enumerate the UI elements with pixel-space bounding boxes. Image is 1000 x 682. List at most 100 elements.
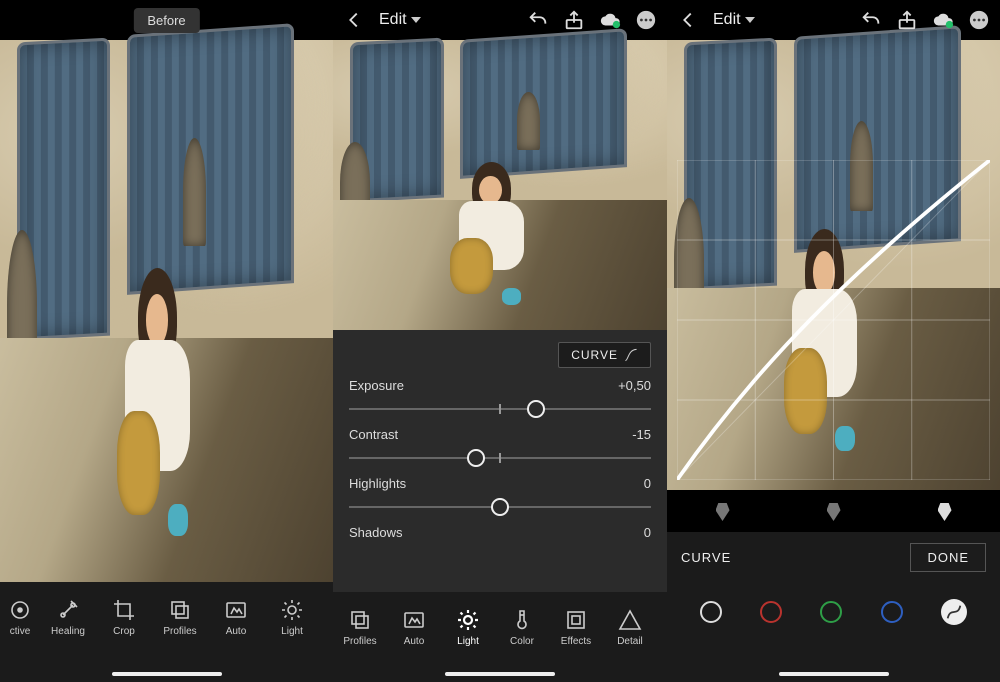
panel-curve: Edit	[667, 0, 1000, 682]
tool-color[interactable]: Color	[495, 592, 549, 662]
light-sliders-panel: CURVE Exposure +0,50 Contrast -15 Highlights…	[333, 330, 667, 592]
share-icon[interactable]	[896, 9, 918, 31]
curve-button[interactable]: CURVE	[558, 342, 651, 368]
effects-icon	[564, 608, 588, 632]
edit-title-text: Edit	[379, 11, 407, 29]
curve-handle-shadows[interactable]	[716, 503, 730, 521]
color-icon	[510, 608, 534, 632]
slider-label: Shadows	[349, 525, 402, 540]
slider-value: -15	[632, 427, 651, 442]
tool-label: Profiles	[343, 636, 376, 647]
tool-color[interactable]: Color	[320, 582, 333, 652]
tool-label: Healing	[51, 626, 85, 637]
home-indicator	[112, 672, 222, 676]
slider-value: 0	[644, 525, 651, 540]
light-icon	[280, 598, 304, 622]
healing-icon	[56, 598, 80, 622]
tool-label: Detail	[617, 636, 643, 647]
done-button[interactable]: DONE	[910, 543, 986, 572]
slider-shadows[interactable]: Shadows 0	[349, 525, 651, 540]
slider-label: Contrast	[349, 427, 398, 442]
tool-healing[interactable]: Healing	[40, 582, 96, 652]
dropdown-icon	[745, 15, 755, 25]
photo-preview[interactable]	[333, 40, 667, 330]
slider-value: +0,50	[618, 378, 651, 393]
edit-title[interactable]: Edit	[379, 11, 421, 29]
bottom-toolbar-edit: Profiles Auto Light Color Effects Detail Geor	[333, 592, 667, 682]
edit-title[interactable]: Edit	[713, 11, 755, 29]
curve-handle-highlights[interactable]	[938, 503, 952, 521]
cloud-icon[interactable]	[599, 9, 621, 31]
curve-region-handles[interactable]	[667, 492, 1000, 532]
tool-effects[interactable]: Effects	[549, 592, 603, 662]
curve-channel-blue[interactable]	[881, 601, 903, 623]
light-icon	[456, 608, 480, 632]
tool-detail[interactable]: Detail	[603, 592, 657, 662]
tool-profiles[interactable]: Profiles	[152, 582, 208, 652]
tool-label: Light	[281, 626, 303, 637]
photo-preview[interactable]	[667, 40, 1000, 490]
topbar-edit: Edit	[333, 0, 667, 40]
share-icon[interactable]	[563, 9, 585, 31]
curve-bottom-panel: CURVE DONE	[667, 532, 1000, 682]
edit-title-text: Edit	[713, 11, 741, 29]
tool-geom[interactable]: Geor	[657, 592, 667, 662]
tool-label: Effects	[561, 636, 591, 647]
detail-icon	[618, 608, 642, 632]
bottom-toolbar-before: ctive Healing Crop Profiles Auto Light Color	[0, 582, 333, 682]
auto-icon	[224, 598, 248, 622]
tool-label: Profiles	[163, 626, 196, 637]
home-indicator	[779, 672, 889, 676]
home-indicator	[445, 672, 555, 676]
crop-icon	[112, 598, 136, 622]
tool-label: Crop	[113, 626, 135, 637]
selective-icon	[8, 598, 32, 622]
undo-icon[interactable]	[527, 9, 549, 31]
tool-auto[interactable]: Auto	[208, 582, 264, 652]
curve-handle-midtones[interactable]	[827, 503, 841, 521]
more-icon[interactable]	[635, 9, 657, 31]
profiles-icon	[168, 598, 192, 622]
back-icon[interactable]	[677, 9, 699, 31]
slider-contrast[interactable]: Contrast -15	[349, 427, 651, 468]
slider-exposure[interactable]: Exposure +0,50	[349, 378, 651, 419]
curve-icon	[624, 348, 638, 362]
photo-preview[interactable]	[0, 40, 333, 582]
done-button-label: DONE	[927, 550, 969, 565]
panel-light-sliders: Edit	[333, 0, 667, 682]
slider-value: 0	[644, 476, 651, 491]
cloud-icon[interactable]	[932, 9, 954, 31]
auto-icon	[402, 608, 426, 632]
tool-label: Light	[457, 636, 479, 647]
curve-channel-red[interactable]	[760, 601, 782, 623]
tool-profiles[interactable]: Profiles	[333, 592, 387, 662]
slider-track[interactable]	[349, 497, 651, 517]
panel-before: Before ctive Healing Crop Profiles Auto Light…	[0, 0, 333, 682]
tool-selective[interactable]: ctive	[0, 582, 40, 652]
undo-icon[interactable]	[860, 9, 882, 31]
tool-auto[interactable]: Auto	[387, 592, 441, 662]
curve-label: CURVE	[681, 550, 731, 565]
tool-light[interactable]: Light	[264, 582, 320, 652]
tool-light[interactable]: Light	[441, 592, 495, 662]
parametric-curve-icon[interactable]	[941, 599, 967, 625]
slider-label: Highlights	[349, 476, 406, 491]
tool-crop[interactable]: Crop	[96, 582, 152, 652]
back-icon[interactable]	[343, 9, 365, 31]
topbar-curve: Edit	[667, 0, 1000, 40]
slider-highlights[interactable]: Highlights 0	[349, 476, 651, 517]
slider-track[interactable]	[349, 448, 651, 468]
curve-channel-white[interactable]	[700, 601, 722, 623]
tool-label: Auto	[404, 636, 425, 647]
tool-label: Color	[510, 636, 534, 647]
tool-label: ctive	[10, 626, 31, 637]
curve-button-label: CURVE	[571, 348, 618, 362]
more-icon[interactable]	[968, 9, 990, 31]
before-pill: Before	[133, 8, 199, 33]
profiles-icon	[348, 608, 372, 632]
dropdown-icon	[411, 15, 421, 25]
tool-label: Auto	[226, 626, 247, 637]
curve-channel-green[interactable]	[820, 601, 842, 623]
slider-track[interactable]	[349, 399, 651, 419]
slider-label: Exposure	[349, 378, 404, 393]
